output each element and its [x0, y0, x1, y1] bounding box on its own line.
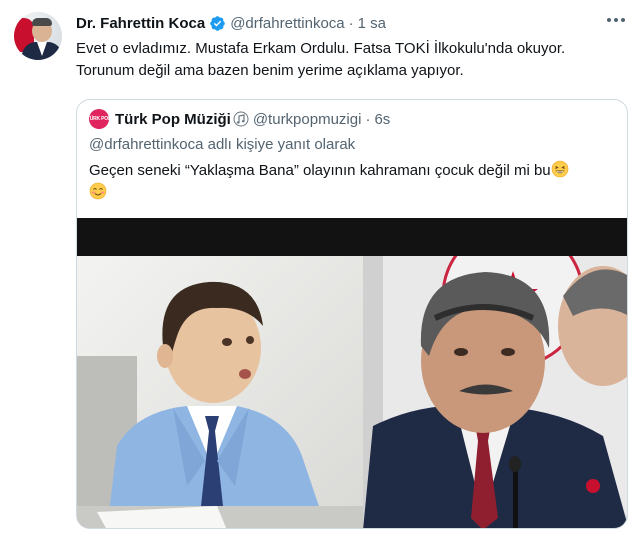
smiling-face-icon	[89, 182, 107, 200]
avatar-hair	[32, 18, 52, 26]
dot	[607, 18, 611, 22]
quoted-avatar[interactable]: TÜRK POP	[86, 109, 112, 129]
dot	[614, 18, 618, 22]
official-photo	[363, 256, 627, 528]
quoted-avatar-text: TÜRK POP	[86, 116, 112, 122]
verified-badge-icon	[209, 15, 226, 32]
child-photo	[77, 256, 363, 528]
reply-context: @drfahrettinkoca adlı kişiye yanıt olara…	[89, 136, 356, 153]
quoted-text: Geçen seneki “Yaklaşma Bana” olayının ka…	[89, 160, 619, 204]
media-dark-band	[77, 218, 627, 256]
tweet[interactable]: Dr. Fahrettin Koca @drfahrettinkoca · 1 …	[0, 0, 640, 535]
music-note-icon	[233, 111, 249, 127]
quoted-display-name[interactable]: Türk Pop Müziği	[115, 111, 231, 128]
tweet-text: Evet o evladımız. Mustafa Erkam Ordulu. …	[76, 38, 616, 82]
quoted-tweet[interactable]: TÜRK POP Türk Pop Müziği @turkpopmuzigi …	[76, 99, 628, 529]
tweet-text-line: Evet o evladımız. Mustafa Erkam Ordulu. …	[76, 40, 566, 57]
tweet-timestamp[interactable]: 1 sa	[358, 15, 386, 32]
quoted-header: TÜRK POP Türk Pop Müziği @turkpopmuzigi …	[86, 109, 390, 129]
quoted-handle[interactable]: @turkpopmuzigi	[253, 111, 362, 128]
author-avatar[interactable]	[14, 12, 62, 60]
tweet-header: Dr. Fahrettin Koca @drfahrettinkoca · 1 …	[76, 13, 386, 33]
grinning-squinting-face-icon	[551, 160, 569, 178]
author-handle[interactable]: @drfahrettinkoca	[230, 15, 344, 32]
dot	[621, 18, 625, 22]
quoted-media-image[interactable]	[77, 218, 627, 528]
author-display-name[interactable]: Dr. Fahrettin Koca	[76, 15, 205, 32]
quoted-timestamp[interactable]: 6s	[374, 111, 390, 128]
tweet-text-line: Torunum değil ama bazen benim yerime açı…	[76, 62, 464, 79]
quoted-text-line: Geçen seneki “Yaklaşma Bana” olayının ka…	[89, 162, 551, 179]
separator-dot: ·	[365, 110, 371, 128]
separator-dot: ·	[348, 14, 354, 32]
more-dots-icon[interactable]	[604, 10, 628, 30]
